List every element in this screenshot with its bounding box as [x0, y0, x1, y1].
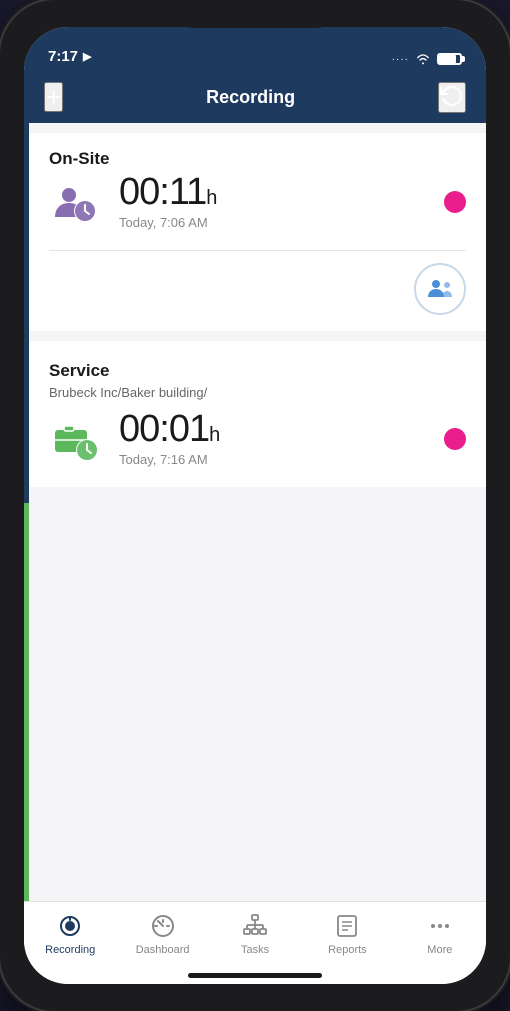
refresh-icon — [440, 84, 464, 108]
accent-bar-green — [24, 503, 29, 901]
status-icons: ···· — [392, 53, 462, 65]
fab-section — [24, 250, 486, 331]
bottom-nav: Recording Dashboard — [24, 901, 486, 984]
refresh-button[interactable] — [438, 82, 466, 113]
nav-item-reports[interactable]: Reports — [301, 910, 393, 956]
dashboard-nav-icon — [149, 912, 177, 940]
nav-item-tasks[interactable]: Tasks — [209, 910, 301, 956]
on-site-label: On-Site — [49, 149, 466, 169]
signal-dots-icon: ···· — [392, 54, 409, 65]
more-nav-icon — [426, 912, 454, 940]
home-indicator — [188, 973, 322, 978]
dashboard-nav-label: Dashboard — [136, 944, 190, 956]
status-bar: 7:17 ▶ ···· — [24, 27, 486, 71]
tasks-nav-label: Tasks — [241, 944, 269, 956]
phone-frame: 7:17 ▶ ···· + Recording — [0, 0, 510, 1011]
tasks-nav-icon — [241, 912, 269, 940]
card-gap — [24, 331, 486, 341]
content-area: On-Site — [24, 123, 486, 901]
employee-switch-icon — [426, 277, 454, 301]
divider — [49, 250, 466, 251]
service-card: Service Brubeck Inc/Baker building/ — [24, 341, 486, 487]
app-header: + Recording — [24, 71, 486, 123]
nav-item-dashboard[interactable]: Dashboard — [116, 910, 208, 956]
more-nav-label: More — [427, 944, 452, 956]
accent-bar-blue — [24, 123, 29, 503]
service-time-value: 00:01h — [119, 410, 428, 448]
service-time-display: 00:01h Today, 7:16 AM — [119, 410, 428, 467]
service-label: Service — [49, 361, 466, 381]
service-record-dot[interactable] — [444, 428, 466, 450]
fab-container — [49, 263, 466, 315]
add-button[interactable]: + — [44, 82, 63, 112]
reports-nav-icon — [333, 912, 361, 940]
briefcase-clock-icon — [49, 412, 103, 466]
recording-nav-label: Recording — [45, 944, 95, 956]
reports-nav-label: Reports — [328, 944, 367, 956]
switch-employee-button[interactable] — [414, 263, 466, 315]
on-site-card: On-Site — [24, 133, 486, 250]
notch — [175, 0, 335, 28]
on-site-time-display: 00:11h Today, 7:06 AM — [119, 173, 428, 230]
user-clock-icon — [49, 175, 103, 229]
nav-item-more[interactable]: More — [394, 910, 486, 956]
phone-screen: 7:17 ▶ ···· + Recording — [24, 27, 486, 984]
service-timestamp: Today, 7:16 AM — [119, 452, 428, 467]
on-site-time-value: 00:11h — [119, 173, 428, 211]
nav-item-recording[interactable]: Recording — [24, 910, 116, 956]
on-site-record-dot[interactable] — [444, 191, 466, 213]
on-site-timestamp: Today, 7:06 AM — [119, 215, 428, 230]
wifi-icon — [415, 53, 431, 65]
header-title: Recording — [206, 87, 295, 108]
status-time: 7:17 ▶ — [48, 48, 92, 65]
battery-icon — [437, 53, 462, 65]
recording-nav-icon — [56, 912, 84, 940]
service-sublabel: Brubeck Inc/Baker building/ — [49, 385, 466, 400]
location-icon: ▶ — [83, 50, 91, 63]
